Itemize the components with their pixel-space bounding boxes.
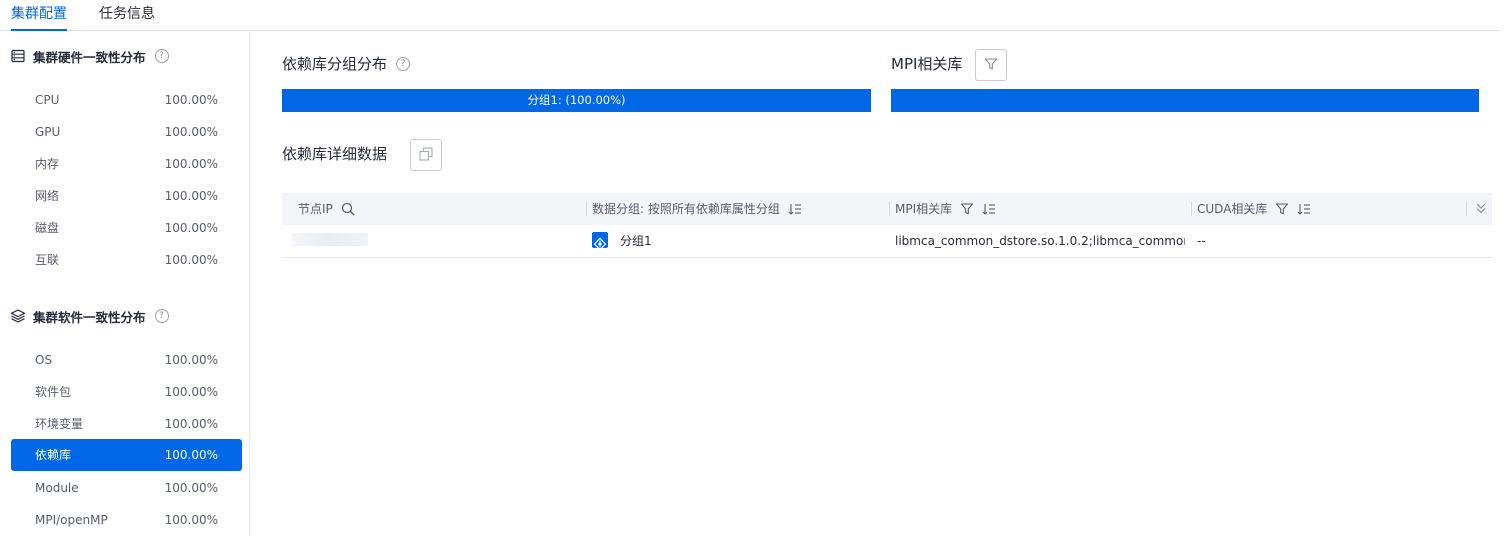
sidebar-item-label: 网络 xyxy=(35,189,60,203)
group-name[interactable]: 分组1 xyxy=(620,234,652,248)
server-icon xyxy=(10,48,26,64)
sidebar-item-percent: 100.00% xyxy=(164,189,218,203)
sidebar-item-label: 磁盘 xyxy=(35,221,60,235)
group-distribution-header: 依赖库分组分布 ? xyxy=(282,54,411,74)
hardware-section-header: 集群硬件一致性分布 ? xyxy=(10,46,169,66)
filter-icon[interactable] xyxy=(1275,202,1289,216)
sort-icon[interactable] xyxy=(1297,202,1311,216)
column-divider xyxy=(586,202,587,216)
sidebar-item-label: 互联 xyxy=(35,253,60,267)
sidebar-item-dependencies[interactable]: 依赖库 100.00% xyxy=(11,439,242,471)
sidebar-item-percent: 100.00% xyxy=(164,125,218,139)
copy-icon xyxy=(418,146,434,165)
sidebar-item-percent: 100.00% xyxy=(164,513,218,527)
detail-title: 依赖库详细数据 xyxy=(282,145,388,163)
sidebar-item-percent: 100.00% xyxy=(164,221,218,235)
sort-icon[interactable] xyxy=(982,202,996,216)
table-header: 节点IP 数据分组: 按照所有依赖库属性分组 MPI相关库 CUDA相关库 xyxy=(282,193,1492,225)
column-divider xyxy=(889,202,890,216)
sidebar-item-label: GPU xyxy=(35,125,61,139)
software-section-header: 集群软件一致性分布 ? xyxy=(10,306,169,326)
table-row[interactable]: 分组1 libmca_common_dstore.so.1.0.2;libmca… xyxy=(282,225,1492,258)
sidebar-item-cpu[interactable]: CPU 100.00% xyxy=(11,84,242,116)
filter-button[interactable] xyxy=(975,49,1007,81)
layers-icon xyxy=(10,308,26,324)
sidebar-item-percent: 100.00% xyxy=(164,93,218,107)
sidebar-item-label: CPU xyxy=(35,93,60,107)
top-tabs: 集群配置 任务信息 xyxy=(0,0,1500,31)
sidebar-item-label: 依赖库 xyxy=(35,448,72,462)
column-cuda-libs: CUDA相关库 xyxy=(1191,193,1311,225)
sidebar-item-label: 软件包 xyxy=(35,385,72,399)
filter-icon xyxy=(984,57,998,74)
sidebar-item-interconnect[interactable]: 互联 100.00% xyxy=(11,244,242,276)
sidebar-item-env-vars[interactable]: 环境变量 100.00% xyxy=(11,408,242,440)
mpi-title: MPI相关库 xyxy=(891,55,963,73)
sidebar-item-disk[interactable]: 磁盘 100.00% xyxy=(11,212,242,244)
sidebar-item-gpu[interactable]: GPU 100.00% xyxy=(11,116,242,148)
group-distribution-title: 依赖库分组分布 xyxy=(282,55,388,73)
column-label: 数据分组: 按照所有依赖库属性分组 xyxy=(592,202,780,216)
sidebar-item-percent: 100.00% xyxy=(164,481,218,495)
sidebar-item-percent: 100.00% xyxy=(164,157,218,171)
hardware-section-title: 集群硬件一致性分布 xyxy=(33,49,146,65)
sidebar-item-memory[interactable]: 内存 100.00% xyxy=(11,148,242,180)
group-distribution-bar[interactable]: 分组1: (100.00%) xyxy=(282,89,871,112)
group-bar-label: 分组1: (100.00%) xyxy=(527,93,626,107)
tab-cluster-config[interactable]: 集群配置 xyxy=(11,5,67,23)
help-icon[interactable]: ? xyxy=(396,57,411,71)
help-icon[interactable]: ? xyxy=(154,309,169,323)
sidebar-item-percent: 100.00% xyxy=(164,253,218,267)
sidebar: 集群硬件一致性分布 ? CPU 100.00% GPU 100.00% 内存 100.… xyxy=(0,32,250,536)
copy-button[interactable] xyxy=(410,139,442,171)
sidebar-item-label: Module xyxy=(35,481,79,495)
cell-cuda-libs: -- xyxy=(1197,234,1206,248)
sidebar-item-percent: 100.00% xyxy=(164,448,218,462)
sidebar-item-label: 环境变量 xyxy=(35,417,84,431)
filter-icon[interactable] xyxy=(960,202,974,216)
column-node-ip: 节点IP xyxy=(298,193,355,225)
help-icon[interactable]: ? xyxy=(154,49,169,63)
column-label: 节点IP xyxy=(298,202,333,216)
sidebar-item-label: OS xyxy=(35,353,53,367)
sidebar-item-percent: 100.00% xyxy=(164,353,218,367)
tab-task-info[interactable]: 任务信息 xyxy=(99,5,155,23)
mpi-distribution-bar[interactable] xyxy=(891,89,1479,112)
dependency-table: 节点IP 数据分组: 按照所有依赖库属性分组 MPI相关库 CUDA相关库 分组… xyxy=(282,193,1492,258)
column-data-group: 数据分组: 按照所有依赖库属性分组 xyxy=(586,193,802,225)
column-divider xyxy=(1191,202,1192,216)
column-label: MPI相关库 xyxy=(895,202,953,216)
sidebar-item-percent: 100.00% xyxy=(164,417,218,431)
cell-node-ip xyxy=(282,225,582,258)
column-label: CUDA相关库 xyxy=(1197,202,1268,216)
active-tab-indicator xyxy=(11,29,67,31)
sidebar-item-label: 内存 xyxy=(35,157,60,171)
sidebar-item-module[interactable]: Module 100.00% xyxy=(11,472,242,504)
redacted-ip xyxy=(292,233,368,246)
sidebar-item-mpi-openmp[interactable]: MPI/openMP 100.00% xyxy=(11,504,242,536)
search-icon[interactable] xyxy=(341,202,355,216)
sidebar-item-os[interactable]: OS 100.00% xyxy=(11,344,242,376)
sidebar-item-network[interactable]: 网络 100.00% xyxy=(11,180,242,212)
sidebar-item-percent: 100.00% xyxy=(164,385,218,399)
group-node-icon xyxy=(592,231,608,250)
cell-data-group: 分组1 xyxy=(592,225,882,258)
double-chevron-down-icon[interactable] xyxy=(1466,201,1488,218)
cell-mpi-libs: libmca_common_dstore.so.1.0.2;libmca_com… xyxy=(895,234,1185,248)
software-section-title: 集群软件一致性分布 xyxy=(33,309,146,325)
column-mpi-libs: MPI相关库 xyxy=(889,193,996,225)
sidebar-item-packages[interactable]: 软件包 100.00% xyxy=(11,376,242,408)
sort-icon[interactable] xyxy=(788,202,802,216)
sidebar-item-label: MPI/openMP xyxy=(35,513,108,527)
